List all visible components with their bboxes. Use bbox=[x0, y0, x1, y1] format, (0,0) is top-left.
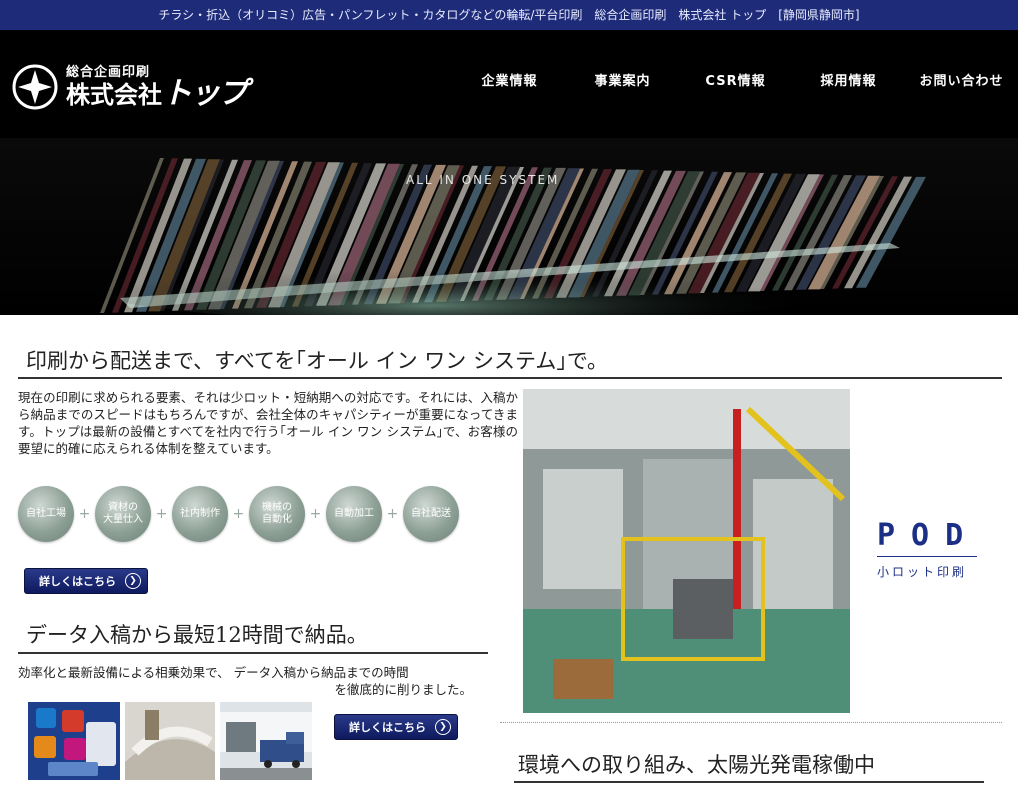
plus-icon: + bbox=[232, 506, 245, 522]
pod-subtitle: 小ロット印刷 bbox=[877, 565, 968, 579]
details-button[interactable]: 詳しくはこちら ❯ bbox=[24, 568, 148, 594]
step-bulk-purchase: 資材の 大量仕入 bbox=[95, 486, 151, 542]
plus-icon: + bbox=[386, 506, 399, 522]
pod-label: POD 小ロット印刷 bbox=[877, 518, 979, 580]
main-nav: 企業情報 事業案内 CSR情報 採用情報 お問い合わせ bbox=[453, 70, 1018, 89]
title-divider bbox=[18, 377, 1002, 379]
section-title-delivery: データ入稿から最短12時間で納品。 bbox=[26, 623, 368, 647]
step-automation: 機械の 自動化 bbox=[249, 486, 305, 542]
step-in-house-production: 社内制作 bbox=[172, 486, 228, 542]
step-own-factory: 自社工場 bbox=[18, 486, 74, 542]
process-steps: 自社工場 + 資材の 大量仕入 + 社内制作 + 機械の 自動化 + 自動加工 … bbox=[18, 486, 459, 542]
software-icons-image bbox=[28, 702, 120, 780]
star-logo-icon bbox=[12, 64, 58, 110]
dotted-divider bbox=[500, 722, 1002, 723]
step-own-delivery: 自社配送 bbox=[403, 486, 459, 542]
section-title-all-in-one: 印刷から配送まで、すべてを｢オール イン ワン システム｣で。 bbox=[26, 349, 608, 373]
logo-brand: トップ bbox=[162, 76, 248, 111]
site-header: 総合企画印刷 株式会社トップ 企業情報 事業案内 CSR情報 採用情報 お問い合… bbox=[0, 30, 1018, 138]
plus-icon: + bbox=[309, 506, 322, 522]
arrow-right-icon: ❯ bbox=[125, 573, 141, 589]
step-auto-processing: 自動加工 bbox=[326, 486, 382, 542]
details-button[interactable]: 詳しくはこちら ❯ bbox=[334, 714, 458, 740]
hero-stripes-image bbox=[0, 138, 1018, 315]
thumbnail-row bbox=[28, 702, 317, 780]
hero-banner: ALL IN ONE SYSTEM bbox=[0, 138, 1018, 315]
nav-recruit[interactable]: 採用情報 bbox=[792, 70, 905, 89]
section-title-environment: 環境への取り組み、太陽光発電稼働中 bbox=[518, 753, 875, 777]
company-logo[interactable]: 総合企画印刷 株式会社トップ bbox=[12, 64, 248, 111]
title-divider bbox=[18, 652, 488, 654]
pod-divider bbox=[877, 556, 977, 557]
delivery-truck-image bbox=[220, 702, 312, 780]
nav-contact[interactable]: お問い合わせ bbox=[905, 70, 1018, 89]
hero-caption: ALL IN ONE SYSTEM bbox=[406, 173, 560, 187]
title-divider bbox=[514, 781, 984, 783]
top-banner-text: チラシ・折込（オリコミ）広告・パンフレット・カタログなどの輪転/平台印刷 総合企… bbox=[158, 8, 860, 22]
section-body-text: 効率化と最新設備による相乗効果で、 データ入稿から納品までの時間 を徹底的に削り… bbox=[18, 665, 472, 697]
pod-title: POD bbox=[877, 518, 980, 553]
nav-business[interactable]: 事業案内 bbox=[566, 70, 679, 89]
arrow-right-icon: ❯ bbox=[435, 719, 451, 735]
conveyor-image bbox=[125, 702, 215, 780]
factory-photo bbox=[523, 389, 850, 713]
section-body-text: 現在の印刷に求められる要素、それは少ロット・短納期への対応です。それには、入稿か… bbox=[18, 390, 518, 456]
logo-prefix: 株式会社 bbox=[66, 81, 162, 109]
nav-csr[interactable]: CSR情報 bbox=[679, 70, 792, 89]
plus-icon: + bbox=[78, 506, 91, 522]
plus-icon: + bbox=[155, 506, 168, 522]
nav-company[interactable]: 企業情報 bbox=[453, 70, 566, 89]
top-banner: チラシ・折込（オリコミ）広告・パンフレット・カタログなどの輪転/平台印刷 総合企… bbox=[0, 0, 1018, 30]
